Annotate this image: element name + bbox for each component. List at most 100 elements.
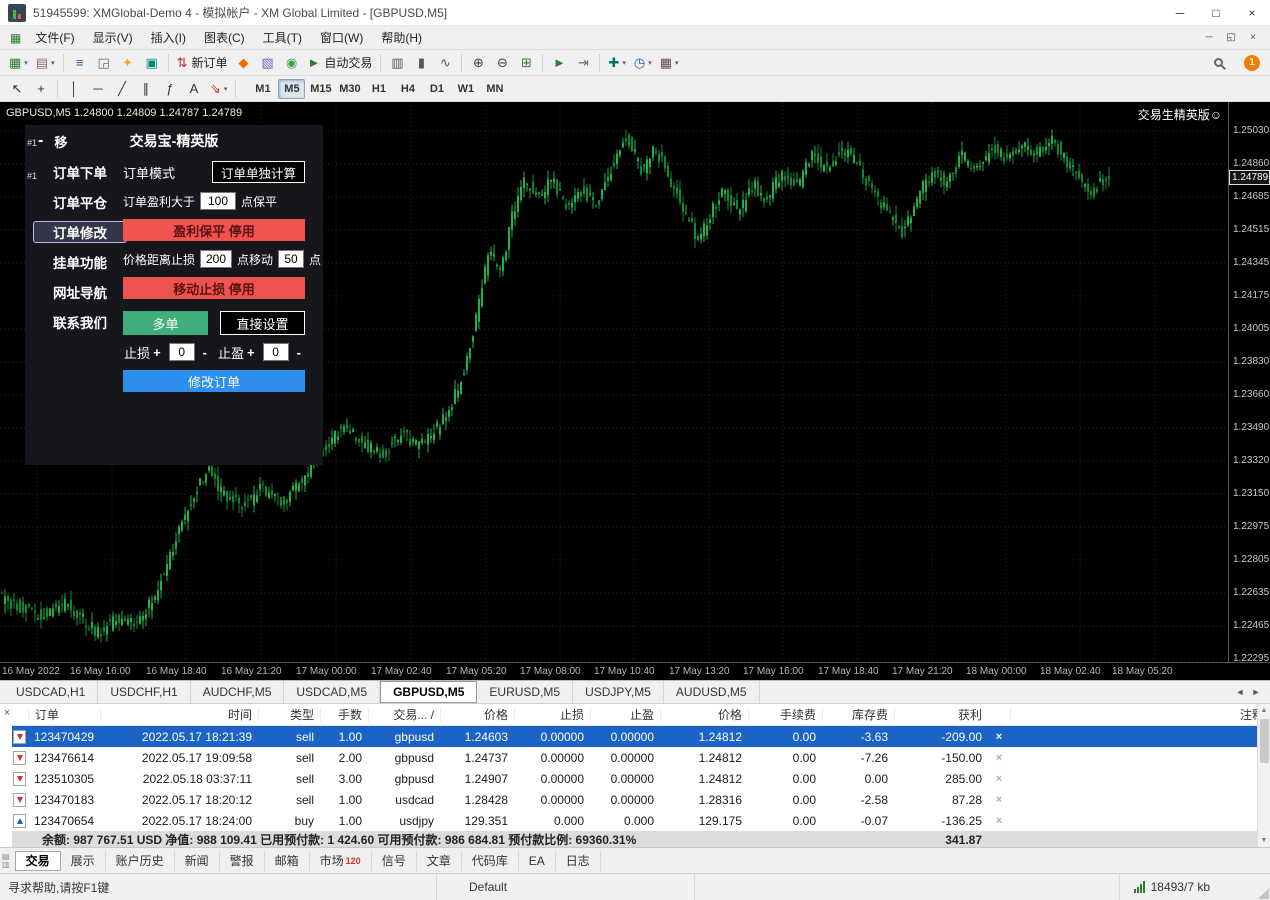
resize-grip[interactable] (1258, 888, 1269, 899)
order-row[interactable]: 1234704292022.05.17 18:21:39sell1.00gbpu… (12, 726, 1270, 747)
column-header[interactable]: 交易... / (368, 708, 440, 722)
ea-move-handle[interactable]: 移 (54, 132, 67, 151)
cursor-button[interactable]: ↖ (6, 78, 28, 100)
zoom-out-button[interactable]: ⊖ (491, 52, 513, 74)
indicators-button[interactable]: ✚▾ (605, 52, 628, 74)
bar-chart-button[interactable]: ▥ (386, 52, 408, 74)
profiles-button[interactable]: ▤▾ (33, 52, 58, 74)
timeframe-mn-button[interactable]: MN (481, 79, 508, 99)
column-header[interactable]: 价格 (660, 708, 748, 722)
timeframe-h4-button[interactable]: H4 (394, 79, 421, 99)
order-row[interactable]: 1235103052022.05.18 03:37:11sell3.00gbpu… (12, 768, 1270, 789)
column-header[interactable]: 订单 (28, 708, 100, 722)
arrows-button[interactable]: ⇘▾ (207, 78, 230, 100)
strategy-tester-button[interactable]: ▧ (257, 52, 279, 74)
zoom-in-button[interactable]: ⊕ (467, 52, 489, 74)
breakeven-toggle-button[interactable]: 盈利保平 停用 (123, 219, 305, 241)
direct-set-button[interactable]: 直接设置 (220, 311, 305, 335)
trailing-toggle-button[interactable]: 移动止损 停用 (123, 277, 305, 299)
order-row[interactable]: 1234706542022.05.17 18:24:00buy1.00usdjp… (12, 810, 1270, 831)
ea-menu-挂单功能[interactable]: 挂单功能 (33, 251, 127, 273)
timeframe-d1-button[interactable]: D1 (423, 79, 450, 99)
periods-button[interactable]: ◷▾ (631, 52, 655, 74)
chart-area[interactable]: GBPUSD,M5 1.24800 1.24809 1.24787 1.2478… (0, 102, 1270, 680)
auto-scroll-button[interactable]: ► (548, 52, 570, 74)
column-header[interactable]: 价格 (440, 708, 514, 722)
terminal-tab-EA[interactable]: EA (519, 851, 556, 871)
terminal-tab-账户历史[interactable]: 账户历史 (106, 851, 175, 871)
terminal-tab-交易[interactable]: 交易 (15, 851, 61, 871)
terminal-tab-信号[interactable]: 信号 (372, 851, 417, 871)
terminal-tab-市场[interactable]: 市场120 (310, 851, 372, 871)
menu-item-文件[interactable]: 文件(F) (26, 26, 83, 49)
column-header[interactable]: 手数 (320, 708, 368, 722)
trailing-distance-input[interactable] (200, 250, 232, 268)
tp-minus-button[interactable]: - (297, 345, 301, 360)
close-order-button[interactable]: × (988, 773, 1010, 785)
trailing-step-input[interactable] (278, 250, 304, 268)
notification-badge[interactable]: 1 (1244, 55, 1260, 71)
timeframe-m30-button[interactable]: M30 (336, 79, 363, 99)
breakeven-points-input[interactable] (200, 192, 236, 210)
ea-minimize-button[interactable]: - (38, 132, 43, 150)
timeframe-h1-button[interactable]: H1 (365, 79, 392, 99)
navigator-button[interactable]: ✦ (117, 52, 139, 74)
tile-windows-button[interactable]: ⊞ (515, 52, 537, 74)
new-order-button[interactable]: ⇅新订单 (174, 52, 231, 74)
chart-tabs-scroll-left-button[interactable]: ◄ (1232, 687, 1248, 697)
column-header[interactable]: 获利 (894, 708, 988, 722)
ea-menu-订单下单[interactable]: 订单下单 (33, 161, 127, 183)
modify-order-button[interactable]: 修改订单 (123, 370, 305, 392)
terminal-tab-代码库[interactable]: 代码库 (462, 851, 519, 871)
chart-restore-button[interactable]: ◱ (1220, 32, 1242, 43)
terminal-tab-新闻[interactable]: 新闻 (175, 851, 220, 871)
crosshair-button[interactable]: + (30, 78, 52, 100)
menu-item-图表[interactable]: 图表(C) (195, 26, 254, 49)
candlestick-button[interactable]: ▮ (410, 52, 432, 74)
terminal-close-button[interactable]: × (2, 707, 12, 719)
terminal-tab-文章[interactable]: 文章 (417, 851, 462, 871)
horizontal-line-button[interactable]: ─ (87, 78, 109, 100)
status-profile[interactable]: Default (437, 874, 695, 900)
metaeditor-button[interactable]: ◆ (233, 52, 255, 74)
menu-item-显示[interactable]: 显示(V) (84, 26, 142, 49)
new-chart-button[interactable]: ▦▾ (6, 52, 31, 74)
chart-tab-usdchf-h1[interactable]: USDCHF,H1 (98, 681, 190, 703)
column-header[interactable]: 手续费 (748, 708, 822, 722)
sl-plus-button[interactable]: + (153, 345, 161, 360)
chart-tab-audchf-m5[interactable]: AUDCHF,M5 (191, 681, 285, 703)
timeframe-m1-button[interactable]: M1 (249, 79, 276, 99)
fibonacci-button[interactable]: ƒ (159, 78, 181, 100)
chart-shift-button[interactable]: ⇥ (572, 52, 594, 74)
column-header[interactable]: 止损 (514, 708, 590, 722)
chart-close-button[interactable]: × (1242, 32, 1264, 43)
terminal-tab-展示[interactable]: 展示 (61, 851, 106, 871)
close-order-button[interactable]: × (988, 752, 1010, 764)
terminal-chart-icon[interactable]: ▥ (2, 861, 10, 869)
tp-input[interactable] (263, 343, 289, 361)
close-order-button[interactable]: × (988, 815, 1010, 827)
order-row[interactable]: 1234766142022.05.17 19:09:58sell2.00gbpu… (12, 747, 1270, 768)
chart-tab-usdjpy-m5[interactable]: USDJPY,M5 (573, 681, 664, 703)
menu-item-帮助[interactable]: 帮助(H) (372, 26, 431, 49)
order-mode-button[interactable]: 订单单独计算 (212, 161, 305, 183)
timeframe-m5-button[interactable]: M5 (278, 79, 305, 99)
sl-minus-button[interactable]: - (203, 345, 207, 360)
timeframe-w1-button[interactable]: W1 (452, 79, 479, 99)
terminal-tab-警报[interactable]: 警报 (220, 851, 265, 871)
search-button[interactable] (1207, 52, 1229, 74)
chart-tab-gbpusd-m5[interactable]: GBPUSD,M5 (380, 681, 477, 703)
column-header[interactable]: 止盈 (590, 708, 660, 722)
chart-tab-usdcad-m5[interactable]: USDCAD,M5 (284, 681, 380, 703)
text-button[interactable]: A (183, 78, 205, 100)
trendline-button[interactable]: ╱ (111, 78, 133, 100)
market-watch-button[interactable]: ≡ (69, 52, 91, 74)
buy-orders-button[interactable]: 多单 (123, 311, 208, 335)
terminal-tab-日志[interactable]: 日志 (556, 851, 601, 871)
window-minimize-button[interactable]: ─ (1162, 0, 1198, 25)
column-header[interactable]: 时间 (100, 708, 258, 722)
terminal-tab-邮箱[interactable]: 邮箱 (265, 851, 310, 871)
tp-plus-button[interactable]: + (247, 345, 255, 360)
window-close-button[interactable]: × (1234, 0, 1270, 25)
menu-item-窗口[interactable]: 窗口(W) (311, 26, 372, 49)
